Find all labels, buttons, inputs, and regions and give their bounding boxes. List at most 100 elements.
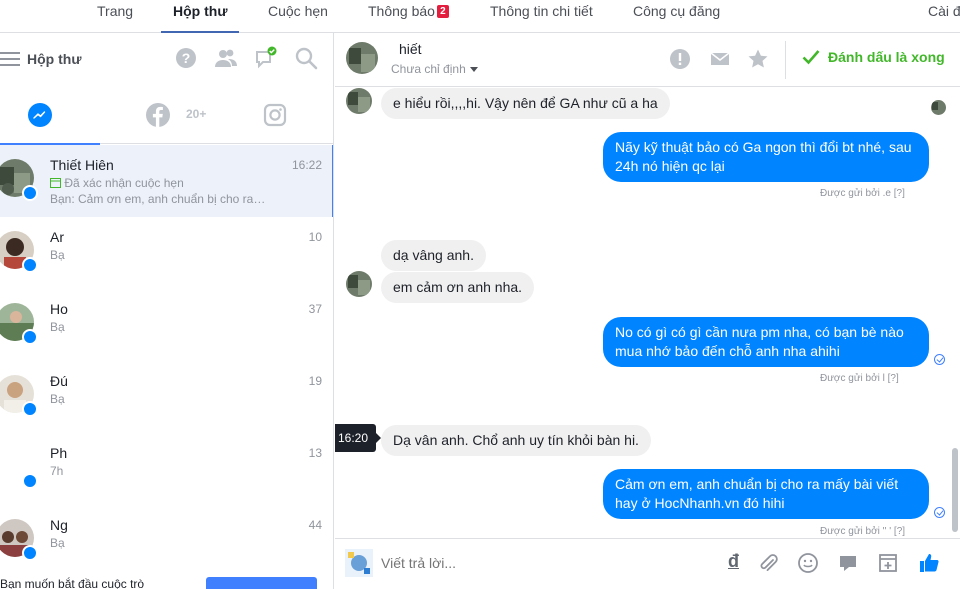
messenger-icon [28, 103, 52, 127]
alert-icon[interactable] [669, 48, 691, 70]
messenger-badge-icon [22, 329, 38, 345]
facebook-icon [146, 103, 170, 127]
chevron-down-icon [469, 67, 478, 72]
conversation-preview: Bạ [50, 320, 65, 334]
message-line: No có gì có gì cần nưa pm nha, có bạn bè… [615, 324, 904, 340]
tab-thong-tin-chi-tiet[interactable]: Thông tin chi tiết [490, 0, 593, 33]
conversation-item[interactable]: Ho 37 Bạ [0, 289, 333, 361]
conversation-time: 37 [308, 302, 322, 316]
thread-scrollbar[interactable] [952, 448, 958, 532]
message-incoming: em cảm ơn anh nha. [381, 272, 535, 303]
avatar[interactable] [346, 42, 378, 74]
notification-badge: 2 [436, 5, 449, 18]
conversation-list: Thiết Hiên 16:22 Đã xác nhận cuộc hẹn Bạ… [0, 145, 333, 577]
start-conversation-text: Bạn muốn bắt đầu cuộc trò [0, 577, 145, 589]
conversation-item[interactable]: Ph 13 7h [0, 433, 333, 505]
conversation-item[interactable]: Ar 10 Bạ [0, 217, 333, 289]
like-icon[interactable] [918, 552, 940, 574]
message-check-icon[interactable] [254, 46, 278, 70]
conversation-time: 13 [308, 446, 322, 460]
message-outgoing: Cảm ơn em, anh chuẩn bị cho ra mấy bài v… [603, 469, 929, 519]
conversation-status: Đã xác nhận cuộc hẹn [50, 176, 184, 190]
messenger-badge-icon [22, 473, 38, 489]
timestamp-tooltip: 16:20 [335, 424, 381, 452]
help-icon[interactable]: ? [174, 46, 198, 70]
message-line: Nãy kỹ thuật bảo có Ga ngon thì đổi bt n… [615, 139, 912, 155]
conversation-name: Ph [50, 445, 68, 461]
message-outgoing: No có gì có gì cần nưa pm nha, có bạn bè… [603, 317, 929, 367]
conversation-time: 44 [308, 518, 322, 532]
tab-facebook[interactable]: 20+ [110, 85, 210, 144]
conversation-preview: Bạ [50, 248, 65, 262]
conversation-preview: Bạn: Cảm ơn em, anh chuẩn bị cho ra… [50, 192, 266, 206]
mark-done-button[interactable]: Đánh dấu là xong [802, 49, 945, 65]
conversation-item[interactable]: Ng 44 Bạ [0, 505, 333, 577]
tab-instagram[interactable] [230, 85, 330, 144]
conversation-time: 19 [308, 374, 322, 388]
sidebar-header: Hộp thư ? [0, 33, 333, 85]
seen-check-icon [934, 354, 945, 365]
conversation-time: 10 [308, 230, 322, 244]
conversation-name: Ho [50, 301, 68, 317]
svg-text:?: ? [182, 50, 191, 66]
page-avatar [345, 549, 373, 577]
emoji-icon[interactable] [797, 552, 819, 574]
conversation-item[interactable]: Thiết Hiên 16:22 Đã xác nhận cuộc hẹn Bạ… [0, 145, 333, 217]
conversation-name: Ng [50, 517, 68, 533]
messenger-badge-icon [22, 545, 38, 561]
start-conversation-bar: Bạn muốn bắt đầu cuộc trò [0, 573, 333, 589]
message-thread: e hiểu rồi,,,,hi. Vậy nên để GA như cũ a… [335, 88, 960, 538]
message-line: hay ở HocNhanh.vn đó hihi [615, 495, 785, 511]
start-conversation-button[interactable] [206, 577, 317, 589]
assign-label: Chưa chỉ định [391, 62, 466, 76]
seen-check-icon [934, 507, 945, 518]
avatar [346, 88, 372, 114]
mail-icon[interactable] [709, 48, 731, 70]
sticker-icon[interactable] [837, 552, 859, 574]
attach-icon[interactable] [757, 552, 779, 574]
header-divider [785, 41, 786, 79]
message-incoming: dạ vâng anh. [381, 240, 486, 271]
message-line: mua nhớ bảo đến chỗ anh nha ahihi [615, 343, 840, 359]
conversation-preview: Bạ [50, 536, 65, 550]
check-icon [802, 50, 820, 65]
payment-currency-button[interactable]: đ [728, 551, 739, 572]
conversation-time: 16:22 [291, 158, 322, 172]
instagram-icon [263, 103, 287, 127]
reply-composer: đ [335, 538, 960, 589]
message-line: 24h nó hiện qc lại [615, 158, 725, 174]
message-incoming: e hiểu rồi,,,,hi. Vậy nên để GA như cũ a… [381, 88, 670, 119]
sent-by-label: Được gửi bởi '' ' [?] [820, 526, 906, 537]
tab-cai-dat[interactable]: Cài đ [928, 0, 960, 33]
tab-thong-bao[interactable]: Thông báo 2 [368, 0, 449, 33]
conversation-preview: Bạ [50, 392, 65, 406]
channel-tabs: 20+ [0, 85, 333, 145]
conversation-preview: 7h [50, 464, 64, 478]
tab-messenger[interactable] [0, 85, 100, 145]
tab-trang[interactable]: Trang [97, 0, 133, 33]
conversation-item[interactable]: Đú 19 Bạ [0, 361, 333, 433]
conversation-name: Đú [50, 373, 68, 389]
assign-dropdown[interactable]: Chưa chỉ định [391, 62, 478, 76]
top-nav: Trang Hộp thư Cuộc hẹn Thông báo 2 Thông … [0, 0, 960, 34]
sent-by-label: Được gửi bởi .e [?] [820, 188, 905, 199]
contact-name[interactable]: hiết [399, 41, 422, 57]
people-icon[interactable] [214, 46, 238, 70]
messenger-badge-icon [22, 401, 38, 417]
message-incoming: Dạ vân anh. Chổ anh uy tín khỏi bàn hi. [381, 425, 651, 456]
message-outgoing: Nãy kỹ thuật bảo có Ga ngon thì đổi bt n… [603, 132, 929, 182]
search-icon[interactable] [294, 46, 318, 70]
template-icon[interactable] [877, 552, 899, 574]
calendar-icon [50, 176, 64, 190]
inbox-sidebar: Hộp thư ? 20+ Thiết Hiên 16:22 Đã xác nh… [0, 33, 334, 589]
star-icon[interactable] [747, 48, 769, 70]
tab-cong-cu-dang[interactable]: Công cụ đăng [633, 0, 720, 33]
sidebar-title: Hộp thư [27, 51, 82, 67]
reply-input[interactable] [381, 555, 721, 571]
hamburger-icon[interactable] [0, 52, 20, 66]
mark-done-label: Đánh dấu là xong [828, 49, 945, 65]
tab-cuoc-hen[interactable]: Cuộc hẹn [268, 0, 328, 33]
messenger-badge-icon [22, 257, 38, 273]
conversation-name: Ar [50, 229, 64, 245]
tab-hop-thu[interactable]: Hộp thư [160, 0, 241, 34]
